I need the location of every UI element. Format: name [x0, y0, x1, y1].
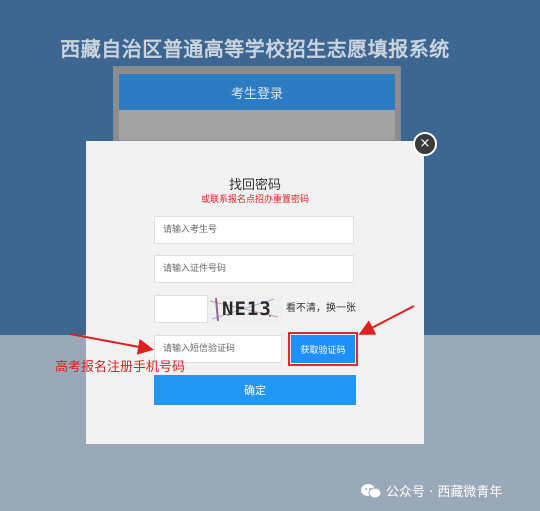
arrow-to-sms-button: [358, 305, 415, 335]
wechat-icon: [361, 483, 382, 498]
annotation-arrows: [69, 305, 415, 355]
watermark-text: 公众号 · 西藏微青年: [386, 485, 503, 500]
watermark: 公众号 · 西藏微青年: [360, 481, 502, 500]
annotation-text: 高考报名注册手机号码: [55, 360, 186, 375]
arrow-to-sms-input: [69, 333, 154, 355]
